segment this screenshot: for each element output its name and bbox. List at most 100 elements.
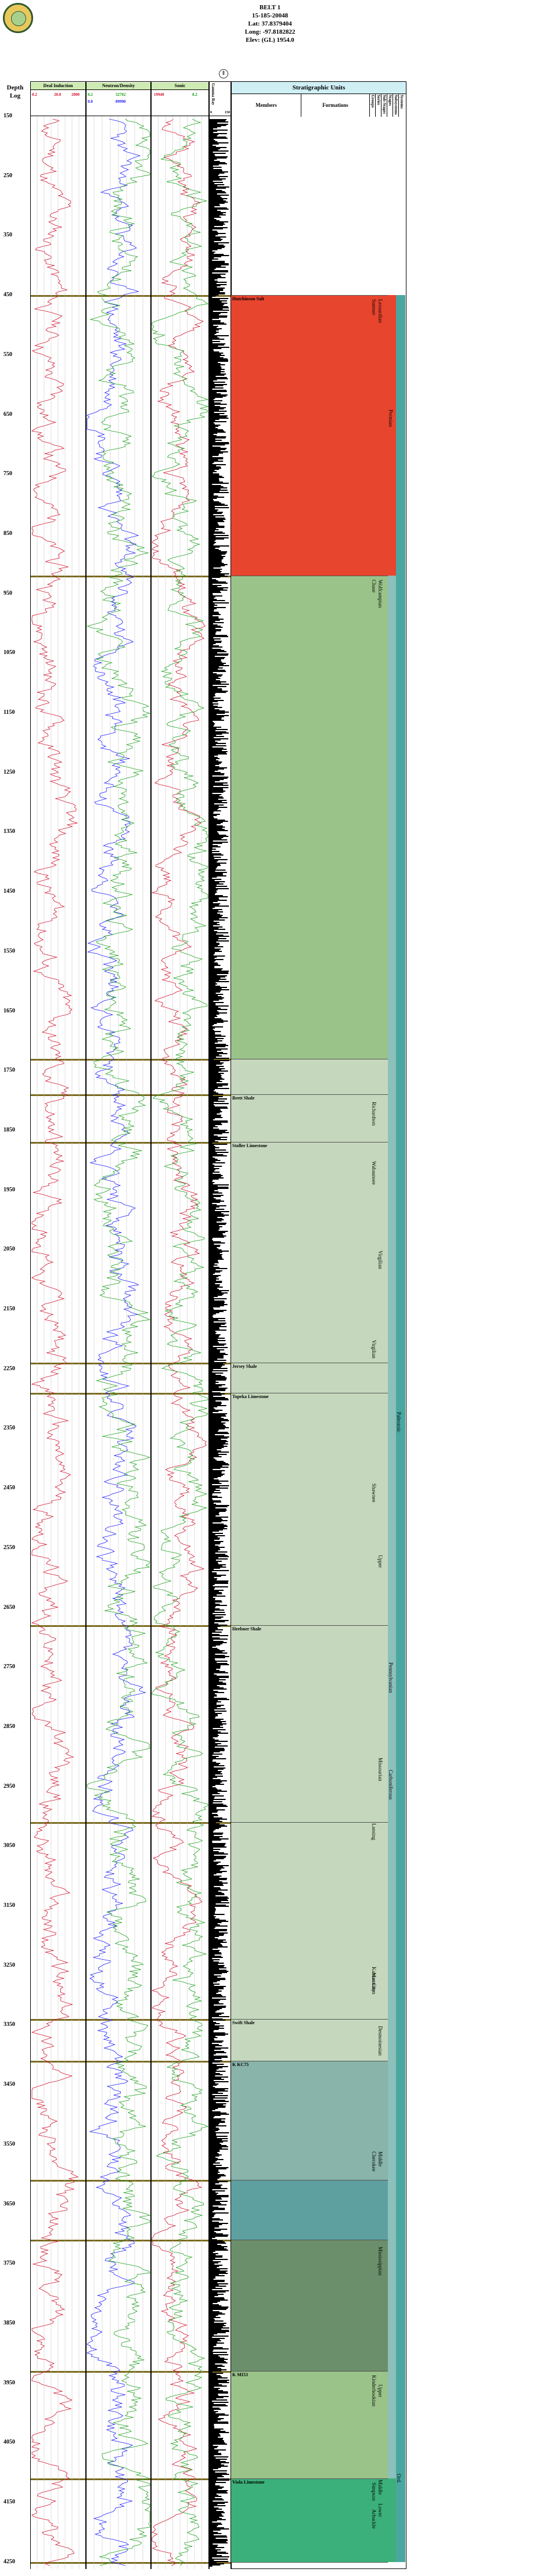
gamma-ray-bar	[210, 931, 218, 932]
gamma-ray-bar	[210, 2052, 226, 2053]
gamma-ray-bar	[210, 1349, 225, 1350]
gamma-ray-bar	[210, 1489, 216, 1490]
depth-label: 3550	[3, 2140, 15, 2147]
gamma-ray-bar	[210, 271, 228, 272]
gamma-ray-bar	[210, 1850, 214, 1851]
gamma-ray-bar	[210, 1925, 228, 1927]
gamma-ray-bar	[210, 1609, 225, 1611]
gamma-ray-bar	[210, 2394, 218, 2395]
gamma-ray-bar	[210, 304, 225, 305]
gamma-ray-bar	[210, 132, 214, 133]
gamma-ray-bar	[210, 786, 214, 787]
gamma-ray-bar	[210, 2264, 215, 2265]
gamma-ray-bar	[210, 1218, 222, 1219]
depth-label: 650	[3, 411, 12, 418]
gamma-ray-bar	[210, 2461, 226, 2462]
gamma-ray-bar	[210, 615, 213, 616]
gamma-ray-bar	[210, 556, 225, 557]
gamma-ray-bar	[210, 1285, 219, 1287]
gamma-ray-bar	[210, 2016, 229, 2017]
gamma-ray-bar	[210, 1211, 229, 1212]
gamma-ray-bar	[210, 1040, 222, 1041]
gamma-ray-bar	[210, 1543, 220, 1544]
gamma-ray-bar	[210, 994, 224, 995]
gamma-ray-bar	[210, 1941, 224, 1942]
gamma-ray-bar	[210, 681, 226, 682]
gamma-ray-bar	[210, 1978, 225, 1979]
gamma-ray-bar	[210, 1245, 221, 1246]
gamma-ray-bar	[210, 1101, 225, 1102]
gamma-ray-bar	[210, 715, 229, 716]
gamma-ray-bar	[210, 685, 213, 686]
gamma-ray-bar	[210, 957, 217, 958]
gamma-ray-bar	[210, 2246, 228, 2247]
gamma-ray-bar	[210, 1212, 221, 1213]
gamma-ray-bar	[210, 2191, 216, 2193]
gamma-ray-bar	[210, 1314, 214, 1316]
gamma-ray-bar	[210, 1244, 214, 1245]
gamma-ray-bar	[210, 1608, 220, 1609]
gamma-ray-bar	[210, 1227, 220, 1228]
depth-label: 1350	[3, 828, 15, 835]
gamma-ray-bar	[210, 2068, 219, 2070]
gamma-ray-bar	[210, 245, 224, 246]
gamma-ray-bar	[210, 2051, 224, 2052]
gamma-ray-bar	[210, 1007, 218, 1008]
gamma-ray-bar	[210, 1044, 226, 1045]
gamma-ray-bar	[210, 2255, 223, 2257]
gamma-ray-bar	[210, 1192, 222, 1194]
gamma-ray-bar	[210, 2075, 215, 2076]
gamma-ray-bar	[210, 1424, 224, 1425]
gamma-ray-bar	[210, 1133, 222, 1134]
gamma-ray-bar	[210, 823, 221, 824]
gamma-ray-bar	[210, 2009, 219, 2010]
gamma-ray-bar	[210, 2320, 224, 2322]
gamma-ray-bar	[210, 1155, 227, 1156]
gamma-ray-bar	[210, 2279, 214, 2280]
gamma-ray-bar	[210, 279, 215, 281]
gamma-ray-bar	[210, 974, 217, 975]
gamma-ray-bar	[210, 2046, 215, 2047]
gamma-ray-bar	[210, 1316, 213, 1317]
gamma-ray-bar	[210, 2507, 219, 2509]
gamma-ray-bar	[210, 2344, 217, 2345]
gamma-ray-bar	[210, 1189, 218, 1190]
gamma-ray-bar	[210, 536, 216, 537]
gamma-ray-bar	[210, 1384, 225, 1385]
gamma-ray-bar	[210, 796, 223, 797]
gamma-ray-bar	[210, 1391, 213, 1392]
gamma-ray-bar	[210, 140, 215, 141]
gamma-ray-bar	[210, 843, 222, 844]
gamma-ray-bar	[210, 2496, 222, 2497]
gamma-ray-bar	[210, 1745, 228, 1747]
gamma-ray-bar	[210, 289, 224, 290]
gamma-ray-bar	[210, 1144, 228, 1145]
gamma-ray-bar	[210, 429, 223, 430]
gamma-ray-bar	[210, 2489, 218, 2490]
gamma-ray-bar	[210, 770, 218, 771]
gamma-ray-bar	[210, 673, 217, 674]
gamma-ray-bar	[210, 1889, 228, 1891]
gamma-ray-bar	[210, 477, 224, 478]
gamma-ray-bar	[210, 1887, 220, 1888]
gamma-ray-bar	[210, 2207, 219, 2208]
gamma-ray-bar	[210, 170, 222, 171]
gamma-ray-bar	[210, 133, 227, 134]
gamma-ray-bar	[210, 276, 222, 277]
gamma-ray-bar	[210, 1927, 215, 1928]
gamma-ray-bar	[210, 457, 224, 458]
gamma-ray-bar	[210, 497, 225, 498]
gamma-ray-bar	[210, 375, 225, 376]
gamma-ray-bar	[210, 2356, 220, 2358]
depth-label: 4150	[3, 2499, 15, 2505]
gamma-ray-bar	[210, 1628, 218, 1629]
gamma-ray-bar	[210, 1039, 218, 1040]
gamma-ray-bar	[210, 722, 214, 723]
gamma-ray-bar	[210, 1780, 227, 1781]
gamma-ray-bar	[210, 1946, 228, 1948]
gamma-ray-bar	[210, 2540, 228, 2541]
gamma-ray-bar	[210, 1939, 226, 1941]
gamma-ray-bar	[210, 955, 225, 957]
gamma-ray-bar	[210, 1824, 225, 1826]
gamma-ray-bar	[210, 1844, 225, 1845]
